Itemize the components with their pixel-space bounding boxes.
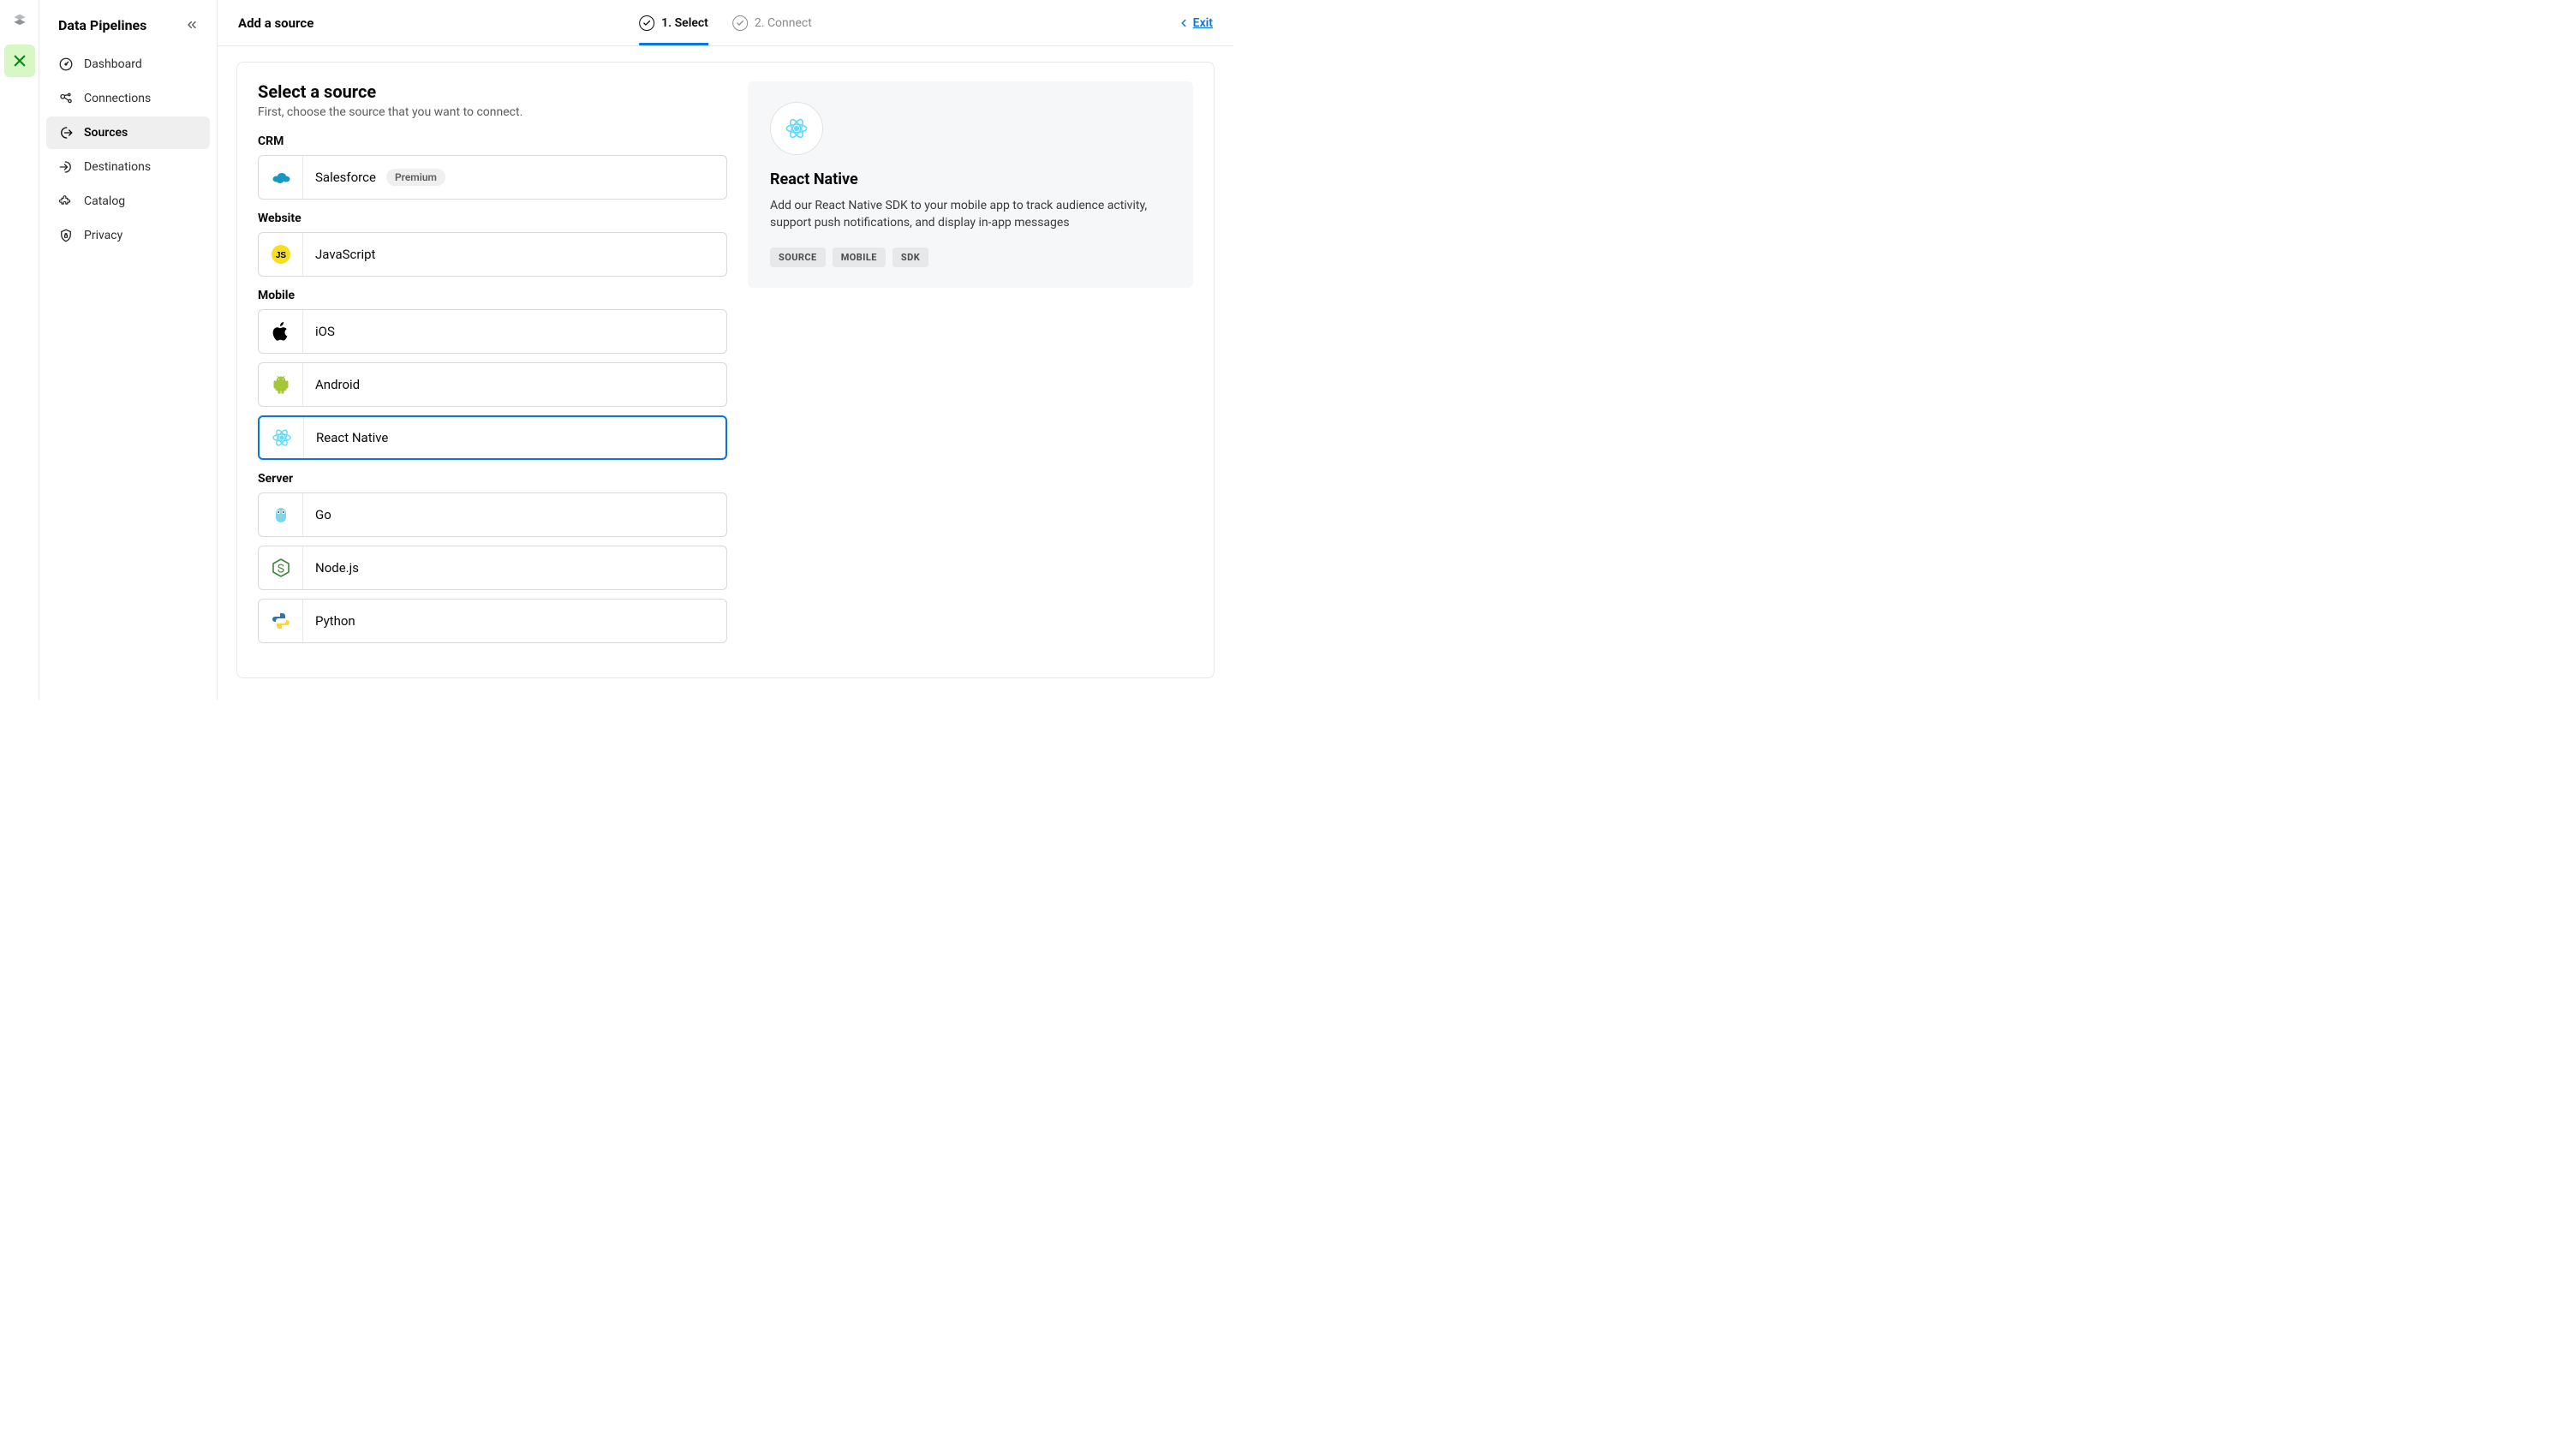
details-title: React Native	[770, 170, 1171, 188]
workspace-app-icon[interactable]	[4, 45, 35, 77]
sidebar-item-label: Sources	[84, 126, 128, 140]
react-icon	[785, 116, 809, 140]
python-icon	[259, 600, 303, 642]
source-card-label: Python	[315, 613, 355, 629]
details-description: Add our React Native SDK to your mobile …	[770, 197, 1171, 232]
react-icon	[260, 417, 304, 458]
source-card-label: iOS	[315, 324, 335, 339]
sidebar-item-label: Privacy	[84, 229, 122, 242]
group-label-website: Website	[258, 212, 727, 225]
source-card-body: iOS	[303, 310, 726, 353]
exit-label: Exit	[1193, 16, 1213, 30]
brand-logo-icon[interactable]	[10, 12, 29, 31]
source-card-label: Salesforce	[315, 170, 376, 185]
sidebar-item-catalog[interactable]: Catalog	[46, 185, 210, 218]
select-subheading: First, choose the source that you want t…	[258, 105, 727, 119]
group-label-server: Server	[258, 472, 727, 486]
source-card-label: React Native	[316, 430, 388, 445]
gauge-icon	[58, 57, 74, 72]
sidebar-nav: Dashboard Connections Sources Destinatio…	[46, 48, 210, 252]
source-card-salesforce[interactable]: Salesforce Premium	[258, 155, 727, 200]
details-panel: React Native Add our React Native SDK to…	[748, 81, 1193, 288]
sidebar-item-destinations[interactable]: Destinations	[46, 151, 210, 183]
source-card-body: Python	[303, 600, 726, 642]
gopher-icon	[259, 493, 303, 536]
js-icon: JS	[259, 233, 303, 276]
sidebar-item-label: Connections	[84, 92, 151, 105]
connections-icon	[58, 91, 74, 106]
detail-tag: MOBILE	[833, 248, 886, 267]
icon-rail	[0, 0, 39, 700]
source-card-body: Node.js	[303, 546, 726, 589]
sidebar-item-label: Destinations	[84, 160, 151, 174]
main: Add a source 1. Select 2. Connect Exit S…	[218, 0, 1233, 700]
source-card-body: JavaScript	[303, 233, 726, 276]
puzzle-icon	[58, 194, 74, 209]
step-label: 1. Select	[661, 16, 708, 30]
sidebar-item-privacy[interactable]: Privacy	[46, 219, 210, 252]
details-logo	[770, 102, 823, 155]
sidebar-collapse-button[interactable]	[182, 15, 201, 34]
android-icon	[259, 363, 303, 406]
sidebar-item-dashboard[interactable]: Dashboard	[46, 48, 210, 81]
step-2[interactable]: 2. Connect	[732, 0, 812, 45]
source-card-body: React Native	[304, 417, 725, 458]
detail-tag: SDK	[892, 248, 928, 267]
stepper: 1. Select 2. Connect	[639, 0, 812, 45]
source-card-nodejs[interactable]: Node.js	[258, 546, 727, 590]
source-card-android[interactable]: Android	[258, 362, 727, 407]
sidebar-item-label: Catalog	[84, 194, 125, 208]
check-circle-icon	[732, 15, 748, 31]
content-area: Select a source First, choose the source…	[218, 46, 1233, 700]
group-label-mobile: Mobile	[258, 289, 727, 302]
source-card-javascript[interactable]: JS JavaScript	[258, 232, 727, 277]
svg-text:JS: JS	[275, 251, 286, 260]
select-panel: Select a source First, choose the source…	[236, 62, 1215, 678]
details-tags: SOURCE MOBILE SDK	[770, 248, 1171, 267]
source-card-label: Node.js	[315, 560, 359, 576]
nodejs-icon	[259, 546, 303, 589]
detail-tag: SOURCE	[770, 248, 826, 267]
source-card-label: JavaScript	[315, 247, 375, 262]
sidebar-item-connections[interactable]: Connections	[46, 82, 210, 115]
step-1: 1. Select	[639, 0, 708, 45]
source-card-body: Salesforce Premium	[303, 156, 726, 199]
page-title: Add a source	[238, 15, 313, 31]
exit-link[interactable]: Exit	[1178, 16, 1213, 30]
source-list-column: Select a source First, choose the source…	[258, 81, 727, 652]
sidebar: Data Pipelines Dashboard Connections Sou…	[39, 0, 218, 700]
step-label: 2. Connect	[755, 16, 812, 30]
topbar: Add a source 1. Select 2. Connect Exit	[218, 0, 1233, 46]
premium-badge: Premium	[386, 169, 445, 186]
sidebar-item-label: Dashboard	[84, 57, 142, 71]
source-out-icon	[58, 125, 74, 140]
select-heading: Select a source	[258, 81, 727, 102]
apple-icon	[259, 310, 303, 353]
sidebar-header: Data Pipelines	[46, 12, 210, 48]
sidebar-item-sources[interactable]: Sources	[46, 116, 210, 149]
source-card-ios[interactable]: iOS	[258, 309, 727, 354]
source-card-go[interactable]: Go	[258, 492, 727, 537]
source-card-body: Android	[303, 363, 726, 406]
source-card-label: Go	[315, 507, 331, 522]
sidebar-title: Data Pipelines	[58, 17, 146, 33]
source-card-python[interactable]: Python	[258, 599, 727, 643]
source-card-body: Go	[303, 493, 726, 536]
source-card-react-native[interactable]: React Native	[258, 415, 727, 460]
check-circle-icon	[639, 15, 654, 31]
shield-lock-icon	[58, 228, 74, 243]
destination-in-icon	[58, 159, 74, 175]
group-label-crm: CRM	[258, 134, 727, 148]
salesforce-icon	[259, 156, 303, 199]
source-card-label: Android	[315, 377, 360, 392]
